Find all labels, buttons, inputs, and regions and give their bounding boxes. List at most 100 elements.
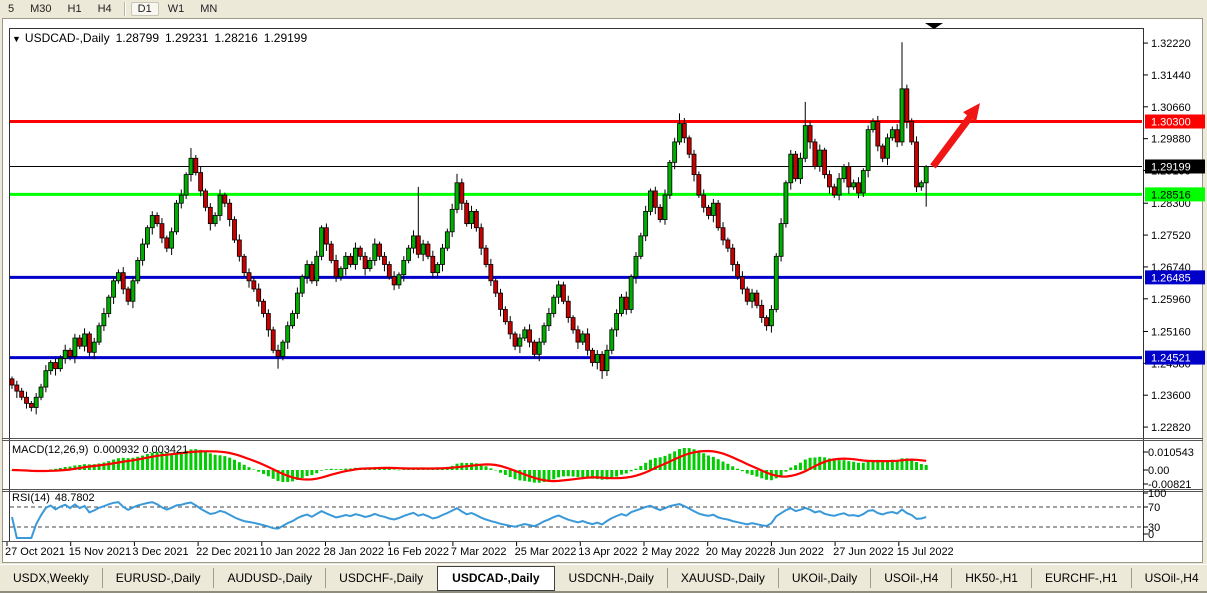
date-tick-label: 3 Dec 2021 bbox=[132, 546, 188, 558]
macd-histogram-bar bbox=[833, 460, 836, 470]
tab-usdx-weekly[interactable]: USDX,Weekly bbox=[0, 568, 102, 588]
macd-histogram-bar bbox=[281, 470, 284, 482]
macd-histogram-bar bbox=[223, 456, 226, 470]
candle-bull bbox=[852, 183, 856, 187]
macd-histogram-bar bbox=[784, 470, 787, 472]
candle-bull bbox=[634, 256, 638, 276]
macd-histogram-bar bbox=[218, 455, 221, 470]
candle-bear bbox=[624, 297, 628, 309]
candle-bear bbox=[208, 207, 212, 223]
macd-histogram-bar bbox=[310, 470, 313, 475]
tab-usdchf-daily[interactable]: USDCHF-,Daily bbox=[325, 568, 436, 588]
chart-tabbar: USDX,Weekly EURUSD-,Daily AUDUSD-,Daily … bbox=[0, 564, 1207, 593]
candle-bull bbox=[83, 334, 87, 346]
candle-bear bbox=[262, 301, 266, 313]
tab-audusd-daily[interactable]: AUDUSD-,Daily bbox=[213, 568, 325, 588]
macd-histogram-bar bbox=[228, 458, 231, 470]
candle-bear bbox=[513, 334, 517, 346]
macd-histogram-bar bbox=[402, 470, 405, 471]
candle-bull bbox=[445, 232, 449, 248]
macd-histogram-bar bbox=[910, 459, 913, 470]
macd-histogram-bar bbox=[794, 465, 797, 470]
macd-histogram-bar bbox=[804, 459, 807, 470]
macd-histogram-bar bbox=[722, 462, 725, 470]
tab-usoil-h4[interactable]: USOil-,H4 bbox=[870, 568, 951, 588]
price-badge-1.24521: 1.24521 bbox=[1145, 351, 1205, 365]
macd-histogram-bar bbox=[581, 470, 584, 477]
tab-eurusd-daily[interactable]: EURUSD-,Daily bbox=[102, 568, 214, 588]
tab-usdcad-daily[interactable]: USDCAD-,Daily bbox=[437, 566, 554, 591]
tab-xauusd-daily[interactable]: XAUUSD-,Daily bbox=[667, 568, 778, 588]
price-tick-label: 1.23600 bbox=[1151, 390, 1191, 402]
macd-histogram-bar bbox=[325, 469, 328, 470]
candle-bear bbox=[160, 224, 164, 238]
macd-histogram-bar bbox=[576, 470, 579, 477]
candle-bear bbox=[68, 350, 72, 356]
macd-histogram-bar bbox=[393, 469, 396, 470]
candle-bear bbox=[363, 256, 367, 268]
price-chart-canvas[interactable]: 1.322201.314401.306601.298801.291001.283… bbox=[0, 0, 1207, 593]
candle-bull bbox=[373, 244, 377, 260]
candle-bull bbox=[639, 236, 643, 256]
ohlc-high: 1.29231 bbox=[165, 31, 208, 45]
candle-bull bbox=[141, 244, 145, 260]
candle-bear bbox=[847, 166, 851, 186]
candle-bull bbox=[136, 260, 140, 280]
candle-bear bbox=[726, 240, 730, 248]
candle-bull bbox=[440, 248, 444, 264]
candle-bull bbox=[774, 256, 778, 309]
macd-histogram-bar bbox=[233, 460, 236, 470]
candle-bear bbox=[561, 285, 565, 301]
tab-usdcnh-daily[interactable]: USDCNH-,Daily bbox=[556, 568, 667, 588]
tab-usoil-h4-2[interactable]: USOil-,H4 bbox=[1131, 568, 1207, 588]
macd-histogram-bar bbox=[552, 470, 555, 479]
price-badge-1.26485: 1.26485 bbox=[1145, 270, 1205, 284]
price-badge-1.30300: 1.30300 bbox=[1145, 115, 1205, 129]
candle-bull bbox=[116, 273, 120, 281]
candle-bear bbox=[653, 191, 657, 207]
candle-bull bbox=[803, 126, 807, 159]
candle-bull bbox=[49, 363, 53, 371]
macd-histogram-bar bbox=[726, 464, 729, 470]
candle-bear bbox=[682, 124, 686, 138]
candle-bull bbox=[39, 387, 43, 397]
candle-bull bbox=[286, 326, 290, 342]
macd-histogram-bar bbox=[678, 449, 681, 470]
macd-histogram-bar bbox=[209, 453, 212, 470]
candle-bull bbox=[402, 260, 406, 274]
candle-bull bbox=[97, 326, 101, 342]
price-tick-label: 1.22820 bbox=[1151, 422, 1191, 434]
tab-ukoil-daily[interactable]: UKOil-,Daily bbox=[778, 568, 870, 588]
horizontal-level-lines[interactable] bbox=[10, 122, 1142, 358]
date-tick-label: 13 Apr 2022 bbox=[578, 546, 637, 558]
macd-histogram-bar bbox=[339, 469, 342, 470]
macd-histogram-bar bbox=[306, 470, 309, 476]
candle-bull bbox=[145, 228, 149, 244]
candle-bull bbox=[44, 371, 48, 387]
candle-bear bbox=[827, 175, 831, 187]
macd-histogram-bar bbox=[620, 470, 623, 475]
chart-title: ▼USDCAD-,Daily1.287991.292311.282161.291… bbox=[12, 31, 307, 45]
macd-histogram-bar bbox=[867, 461, 870, 470]
macd-name: MACD(12,26,9) bbox=[12, 444, 88, 456]
chevron-down-icon[interactable]: ▼ bbox=[12, 34, 21, 44]
candle-bear bbox=[78, 338, 82, 346]
macd-histogram-bar bbox=[799, 463, 802, 470]
rsi-scale-label: 100 bbox=[1148, 488, 1166, 500]
candle-bull bbox=[900, 89, 904, 142]
macd-histogram-bar bbox=[625, 470, 628, 473]
tab-hk50-h1[interactable]: HK50-,H1 bbox=[951, 568, 1031, 588]
candle-bear bbox=[716, 203, 720, 228]
macd-histogram-bar bbox=[262, 470, 265, 474]
candle-bull bbox=[924, 166, 928, 182]
macd-histogram-bar bbox=[547, 470, 550, 481]
macd-histogram-bar bbox=[842, 460, 845, 470]
macd-histogram-bar bbox=[736, 469, 739, 470]
candle-bear bbox=[532, 342, 536, 354]
tab-eurchf-h1[interactable]: EURCHF-,H1 bbox=[1031, 568, 1131, 588]
price-badge-1.28516: 1.28516 bbox=[1145, 187, 1205, 201]
annotations[interactable] bbox=[925, 23, 980, 166]
candle-bull bbox=[320, 228, 324, 257]
trend-arrow-shaft[interactable] bbox=[933, 117, 970, 166]
macd-histogram-bar bbox=[615, 470, 618, 477]
